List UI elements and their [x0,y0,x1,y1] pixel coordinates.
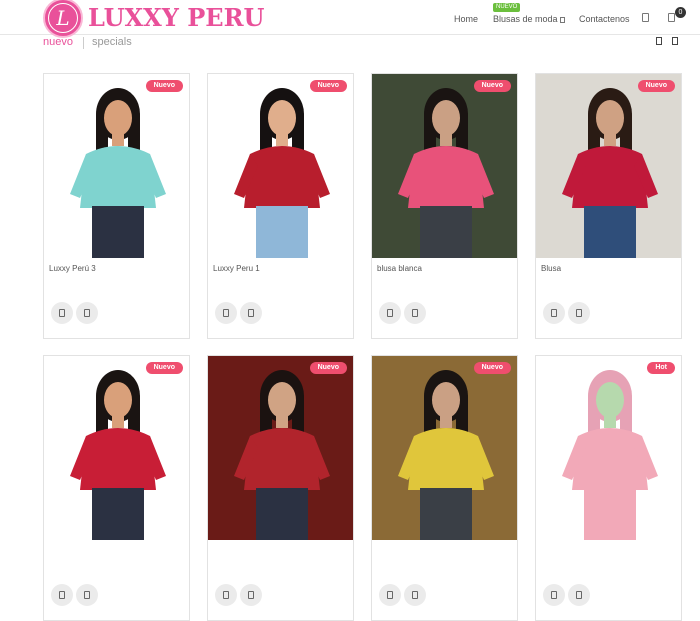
logo-letter: L [48,3,78,33]
eye-icon [412,591,418,599]
product-image[interactable] [44,356,189,540]
tab-divider [83,37,84,49]
product-title[interactable]: blusa blanca [377,264,422,273]
product-image[interactable] [208,356,353,540]
tab-specials[interactable]: specials [92,36,132,48]
cart-icon[interactable] [668,13,675,22]
nav-contact[interactable]: Contactenos [579,14,630,24]
product-badge: Nuevo [473,80,511,92]
add-to-cart-button[interactable] [543,302,565,324]
add-to-cart-button[interactable] [215,584,237,606]
product-badge: Nuevo [309,362,347,374]
product-image[interactable] [536,74,681,258]
nav-blusas[interactable]: Blusas de moda [493,14,565,24]
quick-view-button[interactable] [568,302,590,324]
product-card[interactable]: Nuevo [43,355,190,621]
add-to-cart-button[interactable] [51,302,73,324]
cart-icon [551,591,557,599]
search-icon[interactable] [642,13,649,22]
quick-view-button[interactable] [76,302,98,324]
cart-icon [387,309,393,317]
product-image[interactable] [372,74,517,258]
carousel-prev-icon[interactable] [656,37,662,45]
cart-icon [59,309,65,317]
carousel-next-icon[interactable] [672,37,678,45]
product-image[interactable] [208,74,353,258]
cart-count-badge: 0 [675,7,686,18]
product-badge: Nuevo [637,80,675,92]
nav-new-badge: NUEVO [493,3,521,12]
product-badge: Nuevo [145,80,183,92]
product-title[interactable]: Luxxy Perú 3 [49,264,96,273]
product-card[interactable]: Nuevo [207,355,354,621]
product-card[interactable]: Nuevo Luxxy Perú 3 [43,73,190,339]
eye-icon [576,309,582,317]
product-card[interactable]: Nuevo Luxxy Peru 1 [207,73,354,339]
nav-blusas-label: Blusas de moda [493,14,558,24]
cart-icon [551,309,557,317]
product-badge: Nuevo [145,362,183,374]
product-badge: Nuevo [473,362,511,374]
eye-icon [412,309,418,317]
eye-icon [248,309,254,317]
logo-badge-icon: L [43,0,83,38]
add-to-cart-button[interactable] [215,302,237,324]
add-to-cart-button[interactable] [51,584,73,606]
quick-view-button[interactable] [404,584,426,606]
product-title[interactable]: Blusa [541,264,561,273]
nav-home[interactable]: Home [454,14,478,24]
cart-icon [223,309,229,317]
quick-view-button[interactable] [404,302,426,324]
product-badge: Hot [647,362,675,374]
eye-icon [84,309,90,317]
product-card[interactable]: Nuevo Blusa [535,73,682,339]
quick-view-button[interactable] [568,584,590,606]
eye-icon [576,591,582,599]
chevron-down-icon [559,16,565,23]
quick-view-button[interactable] [76,584,98,606]
site-header: L LUXXY PERU Home NUEVO Blusas de moda C… [0,0,700,38]
quick-view-button[interactable] [240,302,262,324]
cart-icon [387,591,393,599]
product-image[interactable] [372,356,517,540]
eye-icon [248,591,254,599]
product-badge: Nuevo [309,80,347,92]
quick-view-button[interactable] [240,584,262,606]
product-card[interactable]: Nuevo [371,355,518,621]
brand-logo[interactable]: L LUXXY PERU [43,0,264,38]
product-card[interactable]: Nuevo blusa blanca [371,73,518,339]
tab-nuevo[interactable]: nuevo [43,36,73,48]
product-image[interactable] [44,74,189,258]
add-to-cart-button[interactable] [379,584,401,606]
brand-name: LUXXY PERU [88,3,265,32]
add-to-cart-button[interactable] [543,584,565,606]
product-card[interactable]: Hot [535,355,682,621]
cart-icon [223,591,229,599]
product-image[interactable] [536,356,681,540]
eye-icon [84,591,90,599]
product-title[interactable]: Luxxy Peru 1 [213,264,260,273]
cart-icon [59,591,65,599]
add-to-cart-button[interactable] [379,302,401,324]
